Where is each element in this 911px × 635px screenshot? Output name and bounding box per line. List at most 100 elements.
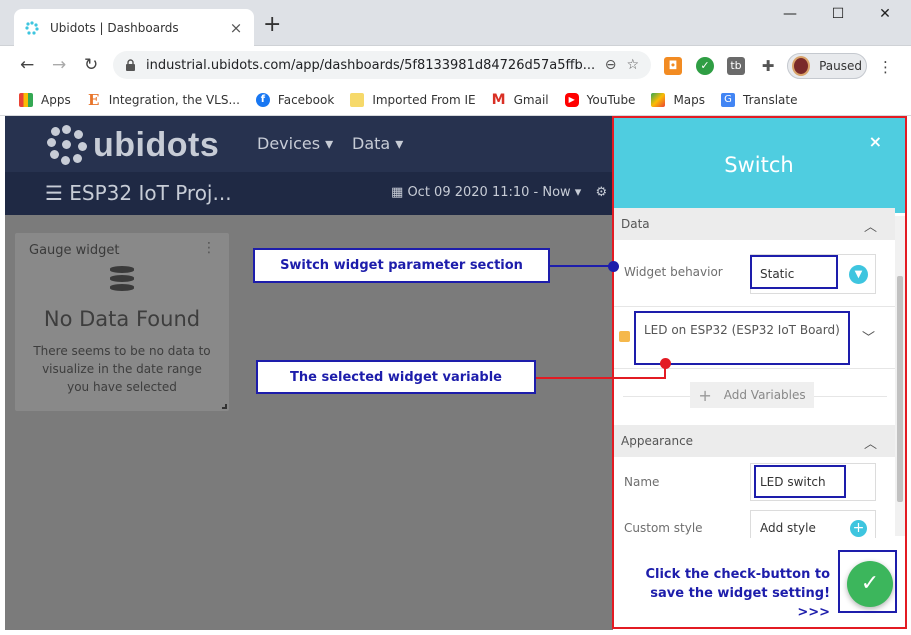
gmail-icon: M — [491, 91, 506, 108]
name-input[interactable]: LED switch — [750, 463, 876, 501]
bookmark-facebook[interactable]: f Facebook — [255, 92, 335, 107]
bookmark-label: Facebook — [277, 92, 335, 107]
apps-grid-icon — [19, 92, 33, 107]
save-check-button[interactable]: ✓ — [847, 561, 893, 607]
dashboard-selector[interactable]: ☰ ESP32 IoT Proj... — [45, 181, 232, 205]
bookmark-maps[interactable]: Maps — [651, 92, 706, 107]
tab-close-icon[interactable]: × — [228, 19, 244, 37]
selected-value: Static — [760, 267, 795, 281]
panel-scrollbar[interactable] — [895, 216, 905, 536]
annotation-save-hint: Click the check-button to save the widge… — [645, 567, 830, 620]
logo-dots-icon — [47, 125, 87, 165]
panel-header: Switch × — [613, 116, 905, 213]
no-data-message: There seems to be no data to visualize i… — [33, 344, 211, 394]
bookmark-label: Translate — [743, 92, 798, 107]
connector-dot — [608, 261, 619, 272]
bookmark-apps[interactable]: Apps — [19, 92, 71, 107]
window-maximize-button[interactable]: ☐ — [823, 6, 853, 22]
plus-icon: + — [698, 385, 712, 405]
browser-menu-icon[interactable]: ⋮ — [878, 58, 893, 76]
address-bar[interactable]: industrial.ubidots.com/app/dashboards/5f… — [113, 51, 651, 79]
add-variables-button[interactable]: + Add Variables — [690, 382, 814, 408]
zoom-icon[interactable]: ⊖ — [605, 57, 617, 73]
resize-handle-icon[interactable] — [222, 404, 227, 409]
bookmark-label: Maps — [673, 92, 706, 107]
date-range-text: Oct 09 2020 11:10 - Now ▾ — [407, 185, 582, 200]
widget-title: Gauge widget — [29, 243, 120, 258]
custom-style-label: Custom style — [624, 521, 703, 535]
calendar-icon: ▦ — [391, 185, 404, 200]
bookmark-gmail[interactable]: M Gmail — [492, 93, 549, 107]
bookmark-imported[interactable]: Imported From IE — [350, 92, 476, 107]
widget-behavior-label: Widget behavior — [624, 265, 723, 279]
section-title: Appearance — [621, 434, 694, 448]
youtube-icon: ▶ — [564, 92, 579, 107]
tab-title: Ubidots | Dashboards — [50, 20, 179, 35]
ubidots-logo[interactable]: ubidots — [47, 125, 219, 165]
variable-color-swatch[interactable] — [619, 331, 630, 342]
annotation-parameter-section: Switch widget parameter section — [253, 248, 550, 283]
divider — [613, 306, 895, 307]
add-style-plus-icon[interactable]: + — [850, 520, 867, 537]
widget-menu-icon[interactable]: ⋮ — [202, 240, 216, 256]
no-data-title: No Data Found — [43, 307, 201, 331]
browser-tab-strip: Ubidots | Dashboards × + — ☐ ✕ — [0, 0, 911, 46]
divider — [613, 368, 895, 369]
forward-icon[interactable]: → — [52, 55, 66, 75]
browser-toolbar: ← → ↻ industrial.ubidots.com/app/dashboa… — [0, 46, 911, 84]
extension-tb-icon[interactable]: tb — [727, 57, 745, 75]
bookmark-translate[interactable]: G Translate — [721, 92, 798, 107]
screenshot-root: Ubidots | Dashboards × + — ☐ ✕ ← → ↻ ind… — [0, 0, 911, 635]
settings-gear-icon[interactable]: ⚙ — [595, 185, 607, 200]
window-close-button[interactable]: ✕ — [870, 6, 900, 22]
bookmark-label: Imported From IE — [372, 92, 476, 107]
widget-behavior-select[interactable]: Static ▼ — [750, 254, 876, 294]
new-tab-button[interactable]: + — [263, 14, 281, 36]
maps-pin-icon — [651, 92, 666, 107]
database-icon — [110, 266, 134, 294]
facebook-icon: f — [255, 92, 270, 107]
section-title: Data — [621, 217, 650, 231]
date-range-picker[interactable]: ▦ Oct 09 2020 11:10 - Now ▾ ⚙ — [391, 185, 607, 200]
close-icon[interactable]: × — [869, 132, 882, 151]
reload-icon[interactable]: ↻ — [84, 55, 98, 75]
ubidots-favicon-icon — [25, 20, 39, 35]
bookmark-label: Integration, the VLS... — [108, 92, 240, 107]
browser-tab[interactable]: Ubidots | Dashboards × — [14, 9, 254, 46]
lock-icon — [126, 58, 135, 71]
variable-name[interactable]: LED on ESP32 (ESP32 IoT Board) — [644, 321, 844, 339]
nav-data[interactable]: Data ▾ — [352, 134, 403, 153]
extension-shopping-icon[interactable]: ◘ — [664, 57, 682, 75]
e-letter-icon: E — [87, 90, 100, 109]
profile-status: Paused — [819, 59, 862, 73]
window-minimize-button[interactable]: — — [775, 6, 805, 22]
bookmark-label: Apps — [41, 92, 71, 107]
bookmark-youtube[interactable]: ▶ YouTube — [564, 92, 636, 107]
connector-dot — [660, 358, 671, 369]
nav-devices[interactable]: Devices ▾ — [257, 134, 333, 153]
back-icon[interactable]: ← — [20, 55, 34, 75]
check-icon: ✓ — [860, 571, 880, 596]
bookmark-star-icon[interactable]: ☆ — [626, 57, 639, 73]
name-label: Name — [624, 475, 660, 489]
panel-title: Switch — [724, 153, 794, 177]
chevron-down-icon[interactable]: ﹀ — [862, 327, 875, 346]
profile-button[interactable]: Paused — [787, 53, 867, 79]
bookmarks-bar: Apps E Integration, the VLS... f Faceboo… — [0, 84, 911, 116]
annotation-selected-variable: The selected widget variable — [256, 360, 536, 394]
scrollbar-thumb[interactable] — [897, 276, 903, 502]
annotation-text: The selected widget variable — [290, 369, 502, 385]
data-section-header[interactable]: Data ︿ — [613, 208, 895, 240]
translate-icon: G — [721, 92, 736, 107]
bookmark-integration[interactable]: E Integration, the VLS... — [87, 90, 240, 109]
custom-style-value: Add style — [760, 521, 816, 535]
extension-shield-icon[interactable]: ✓ — [696, 57, 714, 75]
name-value: LED switch — [760, 475, 826, 489]
extensions-puzzle-icon[interactable]: ✚ — [759, 57, 777, 75]
appearance-section-header[interactable]: Appearance ︿ — [613, 425, 895, 457]
bookmark-label: YouTube — [586, 92, 636, 107]
avatar — [792, 56, 811, 76]
bookmark-label: Gmail — [513, 92, 549, 107]
gauge-widget[interactable]: Gauge widget ⋮ No Data Found There seems… — [15, 233, 229, 411]
annotation-text: Switch widget parameter section — [280, 258, 523, 273]
